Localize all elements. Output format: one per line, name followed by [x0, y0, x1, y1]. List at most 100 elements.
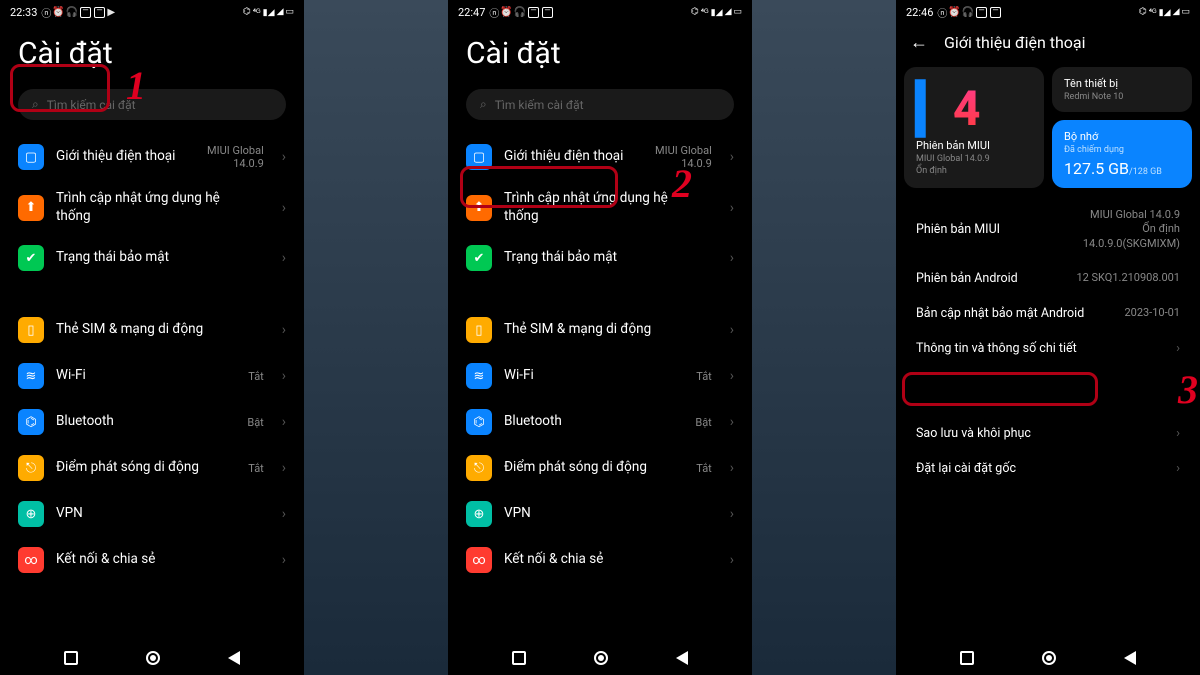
chevron-right-icon: › [282, 552, 286, 568]
settings-row[interactable]: ✔Trạng thái bảo mật› [458, 235, 742, 281]
sim-icon: ▯ [18, 317, 44, 343]
card-value: Redmi Note 10 [1064, 92, 1180, 102]
headphone-icon: 🎧 [514, 7, 526, 18]
settings-list: ▢ Giới thiệu điện thoại MIUI Global14.0.9 ›… [0, 134, 304, 645]
vpn-icon: ⊕ [18, 501, 44, 527]
row-title: Điểm phát sóng di động [504, 459, 684, 477]
card-label: Phiên bản MIUI [916, 139, 1032, 152]
row-title: Giới thiệu điện thoại [56, 148, 195, 166]
row-title: Giới thiệu điện thoại [504, 148, 643, 166]
nav-back-button[interactable] [676, 651, 688, 665]
nav-home-button[interactable] [594, 651, 608, 665]
chevron-right-icon: › [282, 149, 286, 165]
signal-icon: ⁴ᴳ ▮◢ [1149, 7, 1171, 18]
about-phone-icon: ▢ [466, 144, 492, 170]
annotation-number: 2 [672, 160, 692, 207]
nav-back-button[interactable] [1124, 651, 1136, 665]
info-row[interactable]: Đặt lại cài đặt gốc› [906, 451, 1190, 486]
settings-row[interactable]: ≋Wi-FiTắt› [10, 353, 294, 399]
miui-version-card[interactable]: ▎4 Phiên bản MIUI MIUI Global 14.0.9 Ổn … [904, 67, 1044, 188]
row-title: Wi-Fi [504, 367, 684, 385]
info-row[interactable]: Sao lưu và khôi phục› [906, 416, 1190, 451]
info-row[interactable]: Thông tin và thông số chi tiết› [906, 331, 1190, 366]
search-input[interactable]: ⌕ Tìm kiếm cài đặt [18, 89, 286, 120]
settings-row[interactable]: ⌬BluetoothBật› [458, 399, 742, 445]
settings-row[interactable]: ⎋Điểm phát sóng di độngTắt› [458, 445, 742, 491]
row-title: Thẻ SIM & mạng di động [504, 321, 700, 339]
nfc-icon: ⓝ [937, 5, 947, 20]
annotation-number: 3 [1178, 366, 1198, 413]
status-app-icon [542, 7, 553, 18]
settings-row[interactable]: ▢ Giới thiệu điện thoại MIUI Global14.0.9 › [10, 134, 294, 180]
info-row[interactable]: Phiên bản Android12 SKQ1.210908.001 [906, 261, 1190, 296]
status-bar: 22:46 ⓝ ⏰ 🎧 ⌬ ⁴ᴳ ▮◢ ◢ ▭ [896, 0, 1200, 22]
bluetooth-icon: ⌬ [1139, 7, 1147, 17]
back-arrow-icon[interactable]: ← [910, 32, 928, 53]
chevron-right-icon: › [282, 414, 286, 430]
row-title: Trạng thái bảo mật [56, 249, 252, 267]
settings-row[interactable]: ⊕VPN› [10, 491, 294, 537]
chevron-right-icon: › [730, 149, 734, 165]
settings-row[interactable]: ⬆Trình cập nhật ứng dụng hệ thống› [458, 180, 742, 235]
row-value: MIUI Global14.0.9 [207, 144, 264, 170]
row-value: Bật [247, 416, 263, 429]
row-title: Trình cập nhật ứng dụng hệ thống [504, 190, 700, 225]
nav-recents-button[interactable] [64, 651, 78, 665]
status-time: 22:47 [458, 6, 485, 19]
info-value: MIUI Global 14.0.9Ổn định14.0.9.0(SKGMIX… [1083, 208, 1180, 251]
hotspot-icon: ⎋ [18, 455, 44, 481]
battery-icon: ▭ [733, 7, 742, 17]
row-title: VPN [504, 505, 700, 523]
headphone-icon: 🎧 [962, 7, 974, 18]
alarm-icon: ⏰ [52, 7, 64, 18]
settings-row[interactable]: ▢Giới thiệu điện thoạiMIUI Global14.0.9› [458, 134, 742, 180]
row-title: Bluetooth [56, 413, 235, 431]
status-bar: 22:47 ⓝ ⏰ 🎧 ⌬ ⁴ᴳ ▮◢ ◢ ▭ [448, 0, 752, 22]
card-label: Tên thiết bị [1064, 77, 1180, 90]
header-title: Giới thiệu điện thoại [944, 33, 1086, 52]
settings-row[interactable]: ⬆Trình cập nhật ứng dụng hệ thống› [10, 180, 294, 235]
storage-card[interactable]: Bộ nhớ Đã chiếm dụng 127.5 GB/128 GB [1052, 120, 1192, 188]
info-row[interactable]: Bản cập nhật bảo mật Android2023-10-01 [906, 296, 1190, 331]
search-input[interactable]: ⌕ Tìm kiếm cài đặt [466, 89, 734, 120]
device-name-card[interactable]: Tên thiết bị Redmi Note 10 [1052, 67, 1192, 112]
row-value: Tắt [696, 462, 712, 475]
row-value: Tắt [696, 370, 712, 383]
settings-row[interactable]: ∞Kết nối & chia sẻ› [458, 537, 742, 583]
status-app-icon [528, 7, 539, 18]
info-key: Thông tin và thông số chi tiết [916, 341, 1170, 356]
chevron-right-icon: › [282, 460, 286, 476]
info-key: Phiên bản Android [916, 271, 1076, 286]
nav-back-button[interactable] [228, 651, 240, 665]
info-row[interactable]: Phiên bản MIUIMIUI Global 14.0.9Ổn định1… [906, 198, 1190, 261]
chevron-right-icon: › [730, 460, 734, 476]
settings-row[interactable]: ⌬BluetoothBật› [10, 399, 294, 445]
card-value: Ổn định [916, 166, 1032, 176]
settings-row[interactable]: ∞Kết nối & chia sẻ› [10, 537, 294, 583]
status-app-icon [94, 7, 105, 18]
settings-row[interactable]: ▯Thẻ SIM & mạng di động› [10, 307, 294, 353]
security-status-icon: ✔ [18, 245, 44, 271]
about-phone-icon: ▢ [18, 144, 44, 170]
nav-home-button[interactable] [1042, 651, 1056, 665]
chevron-right-icon: › [730, 322, 734, 338]
storage-value: 127.5 GB/128 GB [1064, 159, 1180, 178]
card-label: Bộ nhớ [1064, 130, 1180, 143]
chevron-right-icon: › [1176, 426, 1180, 441]
row-title: Wi-Fi [56, 367, 236, 385]
chevron-right-icon: › [282, 250, 286, 266]
chevron-right-icon: › [730, 506, 734, 522]
settings-list: ▢Giới thiệu điện thoạiMIUI Global14.0.9›… [448, 134, 752, 645]
settings-row[interactable]: ▯Thẻ SIM & mạng di động› [458, 307, 742, 353]
settings-row[interactable]: ✔ Trạng thái bảo mật › [10, 235, 294, 281]
settings-row[interactable]: ⊕VPN› [458, 491, 742, 537]
share-icon: ∞ [466, 547, 492, 573]
nav-recents-button[interactable] [960, 651, 974, 665]
nav-home-button[interactable] [146, 651, 160, 665]
card-value: MIUI Global 14.0.9 [916, 154, 1032, 164]
row-title: Trạng thái bảo mật [504, 249, 700, 267]
youtube-icon: ▶ [107, 7, 115, 18]
settings-row[interactable]: ≋Wi-FiTắt› [458, 353, 742, 399]
nav-recents-button[interactable] [512, 651, 526, 665]
settings-row[interactable]: ⎋Điểm phát sóng di độngTắt› [10, 445, 294, 491]
